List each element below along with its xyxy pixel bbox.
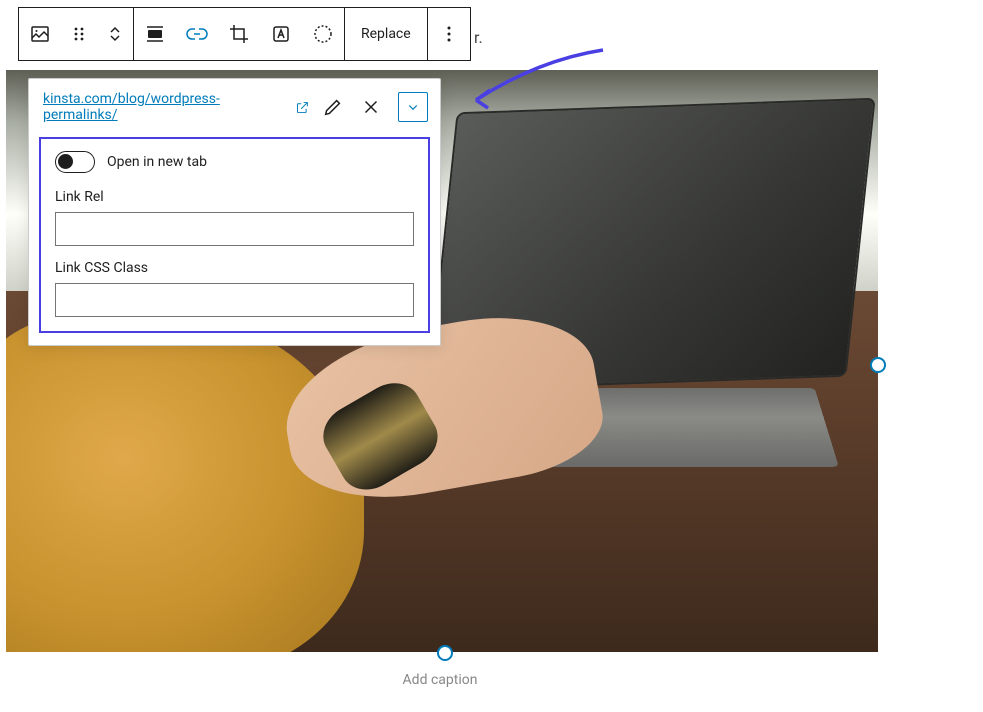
pencil-icon — [322, 96, 344, 118]
align-button[interactable] — [134, 8, 176, 60]
edit-link-button[interactable] — [318, 92, 348, 122]
external-link-icon — [295, 100, 310, 115]
duotone-button[interactable] — [302, 8, 344, 60]
link-rel-label: Link Rel — [55, 189, 414, 205]
text-overlay-button[interactable] — [260, 8, 302, 60]
open-new-tab-label: Open in new tab — [107, 154, 207, 170]
duotone-icon — [311, 22, 335, 46]
close-icon — [360, 96, 382, 118]
block-toolbar: Replace — [18, 7, 471, 61]
link-settings-popover: kinsta.com/blog/wordpress-permalinks/ Op… — [28, 78, 441, 346]
link-icon — [185, 22, 209, 46]
chevron-up-down-icon — [103, 22, 127, 46]
link-rel-input[interactable] — [55, 212, 414, 246]
link-url-text: kinsta.com/blog/wordpress-permalinks/ — [43, 91, 291, 123]
annotation-arrow — [458, 42, 608, 126]
link-advanced-settings: Open in new tab Link Rel Link CSS Class — [39, 137, 430, 333]
replace-button[interactable]: Replace — [345, 8, 427, 60]
toggle-knob — [58, 154, 73, 169]
crop-button[interactable] — [218, 8, 260, 60]
chevron-down-icon — [404, 98, 422, 116]
image-block-button[interactable] — [19, 8, 61, 60]
drag-icon — [67, 22, 91, 46]
move-up-down-button[interactable] — [97, 8, 133, 60]
image-icon — [28, 22, 52, 46]
text-a-icon — [269, 22, 293, 46]
link-css-class-label: Link CSS Class — [55, 260, 414, 276]
open-new-tab-toggle[interactable] — [55, 151, 95, 173]
remove-link-button[interactable] — [356, 92, 386, 122]
align-icon — [143, 22, 167, 46]
drag-handle-button[interactable] — [61, 8, 97, 60]
resize-handle-bottom[interactable] — [437, 645, 453, 661]
link-button[interactable] — [176, 8, 218, 60]
resize-handle-right[interactable] — [870, 357, 886, 373]
crop-icon — [227, 22, 251, 46]
link-css-class-input[interactable] — [55, 283, 414, 317]
link-url-display[interactable]: kinsta.com/blog/wordpress-permalinks/ — [43, 91, 310, 123]
image-caption[interactable]: Add caption — [0, 672, 880, 688]
toggle-advanced-button[interactable] — [398, 92, 428, 122]
